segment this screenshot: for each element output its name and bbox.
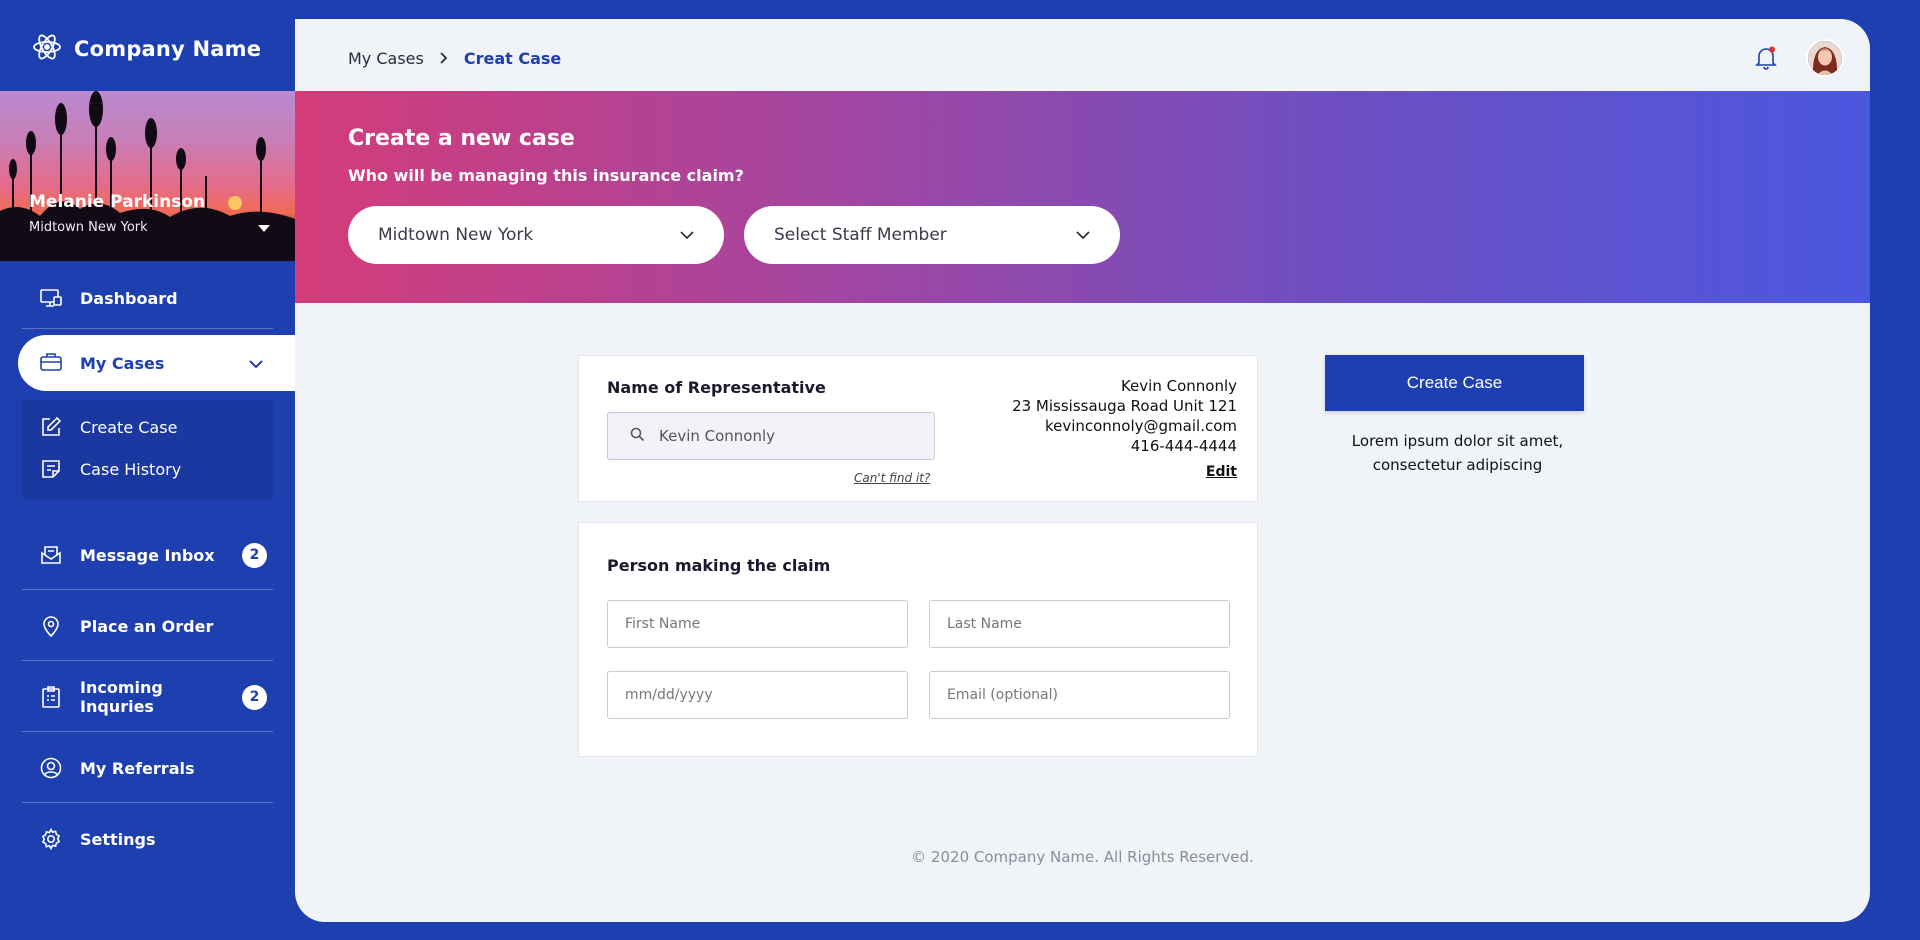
representative-phone: 416-444-4444: [1130, 437, 1237, 455]
divider: [22, 328, 273, 329]
top-bar: My Cases Creat Case: [295, 19, 1870, 91]
divider: [22, 589, 273, 590]
dob-field[interactable]: [607, 671, 908, 719]
submenu-item-label: Case History: [80, 459, 182, 479]
create-case-note: Lorem ipsum dolor sit amet, consectetur …: [1351, 432, 1564, 474]
page-subtitle: Who will be managing this insurance clai…: [348, 166, 744, 185]
location-select[interactable]: Midtown New York: [348, 206, 724, 264]
search-icon: [630, 427, 645, 446]
my-cases-submenu: Create Case Case History: [22, 400, 273, 500]
representative-search-input[interactable]: [659, 427, 919, 445]
staff-select[interactable]: Select Staff Member: [744, 206, 1120, 264]
sidebar-item-my-referrals[interactable]: My Referrals: [22, 738, 273, 798]
count-badge: 2: [242, 542, 267, 568]
inbox-icon: [40, 544, 62, 566]
location-pin-icon: [40, 615, 62, 637]
representative-search[interactable]: [607, 412, 935, 460]
submenu-item-case-history[interactable]: Case History: [22, 451, 273, 487]
chevron-down-icon: [680, 225, 694, 245]
gear-icon: [40, 828, 62, 850]
email-input[interactable]: [947, 687, 1207, 703]
sidebar-item-dashboard[interactable]: Dashboard: [22, 268, 273, 328]
sidebar: Company Name Melanie Parkinson Midtown N…: [0, 0, 295, 940]
profile-name: Melanie Parkinson: [29, 192, 206, 212]
divider: [22, 802, 273, 803]
representative-name: Kevin Connonly: [1120, 377, 1237, 395]
divider: [22, 731, 273, 732]
breadcrumb-parent[interactable]: My Cases: [348, 49, 424, 68]
profile-location: Midtown New York: [29, 220, 148, 235]
representative-email: kevinconnoly@gmail.com: [1044, 417, 1237, 435]
sidebar-item-my-cases[interactable]: My Cases: [18, 335, 295, 391]
first-name-field[interactable]: [607, 600, 908, 648]
submenu-item-create-case[interactable]: Create Case: [22, 409, 273, 445]
caret-down-icon[interactable]: [258, 225, 270, 232]
sidebar-item-label: Dashboard: [80, 288, 178, 308]
profile-card[interactable]: Melanie Parkinson Midtown New York: [0, 91, 295, 261]
hero-banner: Create a new case Who will be managing t…: [295, 91, 1870, 303]
first-name-input[interactable]: [625, 616, 885, 632]
sidebar-item-place-order[interactable]: Place an Order: [22, 596, 273, 656]
last-name-input[interactable]: [947, 616, 1207, 632]
representative-title: Name of Representative: [607, 378, 826, 397]
footer-copyright: © 2020 Company Name. All Rights Reserved…: [911, 848, 1254, 866]
note-icon: [40, 458, 62, 480]
briefcase-icon: [40, 352, 62, 374]
count-badge: 2: [242, 684, 267, 710]
chevron-right-icon: [440, 49, 448, 68]
claimant-card: Person making the claim: [578, 522, 1258, 757]
monitor-icon: [40, 287, 62, 309]
dob-input[interactable]: [625, 687, 885, 703]
sidebar-item-label: My Cases: [80, 353, 165, 373]
representative-address: 23 Mississauga Road Unit 121: [1012, 397, 1237, 415]
chevron-down-icon: [1076, 225, 1090, 245]
location-select-value: Midtown New York: [378, 225, 534, 245]
breadcrumb: My Cases Creat Case: [348, 49, 561, 68]
brand-name: Company Name: [74, 37, 262, 61]
divider: [22, 660, 273, 661]
sidebar-item-message-inbox[interactable]: Message Inbox 2: [22, 525, 273, 585]
create-case-button[interactable]: Create Case: [1325, 355, 1584, 411]
representative-card: Name of Representative Can't find it? Ke…: [578, 355, 1258, 502]
edit-icon: [40, 416, 62, 438]
bell-icon[interactable]: [1755, 46, 1777, 74]
staff-select-value: Select Staff Member: [774, 225, 947, 245]
sidebar-item-label: Message Inbox: [80, 545, 215, 565]
sidebar-item-label: Place an Order: [80, 616, 214, 636]
page-title: Create a new case: [348, 126, 575, 151]
edit-link[interactable]: Edit: [1206, 464, 1237, 480]
claimant-title: Person making the claim: [607, 556, 831, 575]
chevron-down-icon: [249, 354, 263, 373]
atom-icon: [32, 32, 62, 66]
submenu-item-label: Create Case: [80, 417, 178, 437]
sidebar-item-incoming-inquiries[interactable]: Incoming Inquries 2: [22, 667, 273, 727]
clipboard-icon: [40, 686, 62, 708]
profile-background-image: [0, 91, 295, 261]
main-panel: My Cases Creat Case Create a new case Wh: [295, 19, 1870, 922]
user-circle-icon: [40, 757, 62, 779]
sidebar-item-label: Settings: [80, 829, 156, 849]
sidebar-item-settings[interactable]: Settings: [22, 809, 273, 869]
breadcrumb-current: Creat Case: [463, 49, 562, 68]
brand[interactable]: Company Name: [32, 32, 261, 66]
email-field[interactable]: [929, 671, 1230, 719]
avatar[interactable]: [1806, 39, 1844, 77]
sidebar-item-label: My Referrals: [80, 758, 195, 778]
sidebar-item-label: Incoming Inquries: [80, 678, 163, 716]
last-name-field[interactable]: [929, 600, 1230, 648]
representative-details: Kevin Connonly 23 Mississauga Road Unit …: [1012, 376, 1237, 456]
cant-find-link[interactable]: Can't find it?: [854, 471, 930, 485]
